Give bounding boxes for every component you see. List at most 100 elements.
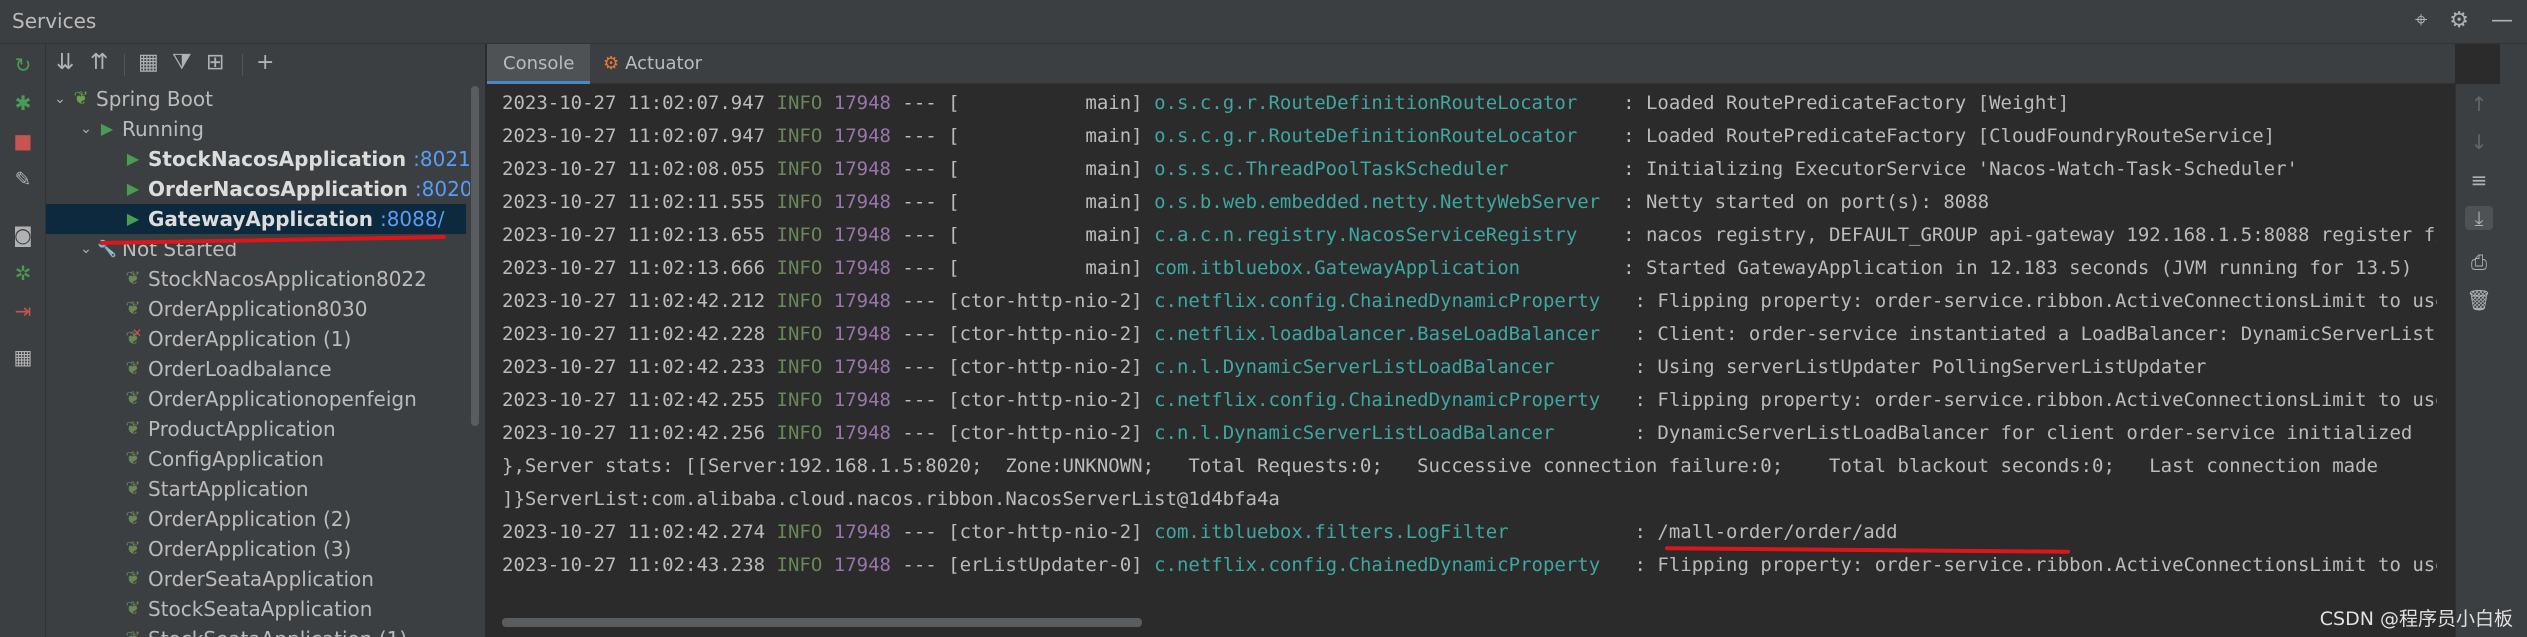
tree-row-label: ProductApplication	[148, 417, 336, 441]
log-level: INFO	[765, 158, 823, 180]
log-pid: 17948	[822, 224, 891, 246]
log-thread: --- [ctor-http-nio-2]	[890, 290, 1155, 312]
log-level: INFO	[765, 92, 823, 114]
run-icon: ▶	[100, 119, 114, 138]
console-log[interactable]: 2023-10-27 11:02:07.947 INFO 17948 --- […	[502, 87, 2437, 607]
rerun-icon[interactable]: ↻	[10, 52, 36, 78]
tab-console[interactable]: Console	[487, 44, 591, 84]
log-message: : Flipping property: order-service.ribbo…	[1634, 290, 2438, 312]
log-timestamp: 2023-10-27 11:02:42.233	[502, 356, 766, 378]
scroll-up-icon[interactable]: ↑	[2465, 92, 2493, 116]
tree-row[interactable]: ▶ StockNacosApplication :8021/	[46, 144, 478, 174]
tree-row[interactable]: ▶ GatewayApplication :8088/	[46, 204, 466, 234]
tree-row[interactable]: ❦ OrderLoadbalance	[46, 354, 466, 384]
log-pid: 17948	[822, 257, 891, 279]
tree-scrollbar[interactable]	[470, 84, 480, 634]
tree-row-label: StockNacosApplication :8021/	[148, 147, 478, 171]
log-logger: com.itbluebox.GatewayApplication	[1154, 257, 1612, 279]
console-horizontal-scrollbar[interactable]	[502, 616, 2437, 628]
log-pid: 17948	[822, 125, 891, 147]
group-icon[interactable]: ▦	[138, 50, 159, 75]
tree-row-label: ConfigApplication	[148, 447, 324, 471]
log-message: : Flipping property: order-service.ribbo…	[1634, 389, 2438, 411]
bug-icon[interactable]: ✲	[10, 260, 36, 286]
log-logger: c.a.c.n.registry.NacosServiceRegistry	[1154, 224, 1612, 246]
log-logger: o.s.b.web.embedded.netty.NettyWebServer	[1154, 191, 1612, 213]
collapse-all-icon[interactable]: ⇈	[90, 50, 108, 75]
leaf-icon: ❦	[125, 508, 141, 529]
tree-row[interactable]: ❦ OrderApplication8030	[46, 294, 466, 324]
leaf-icon: ❦	[125, 358, 141, 379]
tree-row[interactable]: ❦ ProductApplication	[46, 414, 466, 444]
leaf-icon: ❦	[125, 388, 141, 409]
log-level: INFO	[765, 323, 823, 345]
tree-row-label: StockNacosApplication8022	[148, 267, 427, 291]
wrench-icon[interactable]: ✎	[10, 166, 36, 192]
scroll-down-icon[interactable]: ↓	[2465, 130, 2493, 154]
log-message: : Client: order-service instantiated a L…	[1634, 323, 2438, 345]
port-link[interactable]: :8088/	[380, 207, 444, 231]
tree-row[interactable]: ❦ OrderApplication (3)	[46, 534, 466, 564]
soft-wrap-icon[interactable]: ≡	[2465, 168, 2493, 192]
tree-row[interactable]: ❦ ✕ OrderApplication (1)	[46, 324, 466, 354]
exit-icon[interactable]: ⇥	[10, 298, 36, 324]
add-icon[interactable]: +	[256, 50, 274, 75]
services-tree-panel: ⇊ ⇈ ▦ ⧩ ⊞ + ⌄ ❦ Spring Boot ⌄ ▶ Running ▶ Stock…	[46, 44, 486, 637]
tree-row[interactable]: ❦ OrderSeataApplication	[46, 564, 466, 594]
log-message: : /mall-order/order/add	[1623, 521, 1898, 543]
tree-row-label: StockSeataApplication (1)	[148, 624, 407, 637]
filter-icon[interactable]: ⧩	[172, 50, 192, 75]
watermark: CSDN @程序员小白板	[2319, 608, 2513, 630]
print-icon[interactable]: ⎙	[2465, 250, 2493, 274]
log-line: 2023-10-27 11:02:07.947 INFO 17948 --- […	[502, 87, 2069, 120]
services-title-bar: Services ⌖ ⚙ —	[0, 0, 2527, 44]
chevron-down-icon[interactable]: ⌄	[78, 114, 94, 144]
log-line: 2023-10-27 11:02:42.233 INFO 17948 --- […	[502, 351, 2206, 384]
layout-icon[interactable]: ▦	[10, 344, 36, 370]
log-timestamp: 2023-10-27 11:02:11.555	[502, 191, 766, 213]
new-tab-icon[interactable]: ⊞	[206, 50, 224, 75]
log-thread: --- [ctor-http-nio-2]	[890, 356, 1155, 378]
log-line: 2023-10-27 11:02:13.655 INFO 17948 --- […	[502, 219, 2437, 252]
log-pid: 17948	[822, 389, 891, 411]
log-message: : nacos registry, DEFAULT_GROUP api-gate…	[1611, 224, 2437, 246]
tree-row[interactable]: ❦ StockNacosApplication8022	[46, 264, 466, 294]
scroll-to-end-icon[interactable]: ⤓	[2465, 206, 2493, 230]
gear-icon[interactable]: ⚙	[2449, 8, 2469, 34]
tree-row[interactable]: ▶ OrderNacosApplication :8020/	[46, 174, 479, 204]
log-level: INFO	[765, 356, 823, 378]
log-line: 2023-10-27 11:02:42.255 INFO 17948 --- […	[502, 384, 2437, 417]
tree-row[interactable]: ❦ StockSeataApplication (1)	[46, 624, 466, 637]
tree-row[interactable]: ⌄ ▶ Running	[46, 114, 466, 144]
log-pid: 17948	[822, 158, 891, 180]
tree-row[interactable]: ❦ ConfigApplication	[46, 444, 466, 474]
log-timestamp: 2023-10-27 11:02:42.256	[502, 422, 766, 444]
trash-icon[interactable]: 🗑	[2465, 288, 2493, 312]
tab-actuator[interactable]: ⚙ Actuator	[587, 44, 718, 84]
stop-icon[interactable]: ■	[10, 128, 36, 154]
tree-row-label: OrderApplicationopenfeign	[148, 387, 417, 411]
expand-all-icon[interactable]: ⇊	[56, 50, 74, 75]
log-level: INFO	[765, 521, 823, 543]
log-line: 2023-10-27 11:02:42.274 INFO 17948 --- […	[502, 516, 1898, 549]
tree-row[interactable]: ❦ StockSeataApplication	[46, 594, 466, 624]
debug-icon[interactable]: ✱	[10, 90, 36, 116]
crosshair-icon[interactable]: ⌖	[2415, 8, 2427, 34]
leaf-icon: ❦	[125, 568, 141, 589]
tree-row[interactable]: ❦ StartApplication	[46, 474, 466, 504]
log-pid: 17948	[822, 422, 891, 444]
log-pid: 17948	[822, 290, 891, 312]
camera-icon[interactable]: ◙	[10, 222, 36, 248]
log-level: INFO	[765, 389, 823, 411]
leaf-icon: ❦	[122, 624, 144, 637]
tree-row[interactable]: ❦ OrderApplication (2)	[46, 504, 466, 534]
minimize-icon[interactable]: —	[2491, 8, 2513, 34]
console-right-toolbar: ↑ ↓ ≡ ⤓ ⎙ 🗑	[2455, 84, 2500, 637]
tree-row[interactable]: ⌄ ❦ Spring Boot	[46, 84, 466, 114]
log-timestamp: 2023-10-27 11:02:13.655	[502, 224, 766, 246]
tree-row-label: OrderApplication8030	[148, 297, 368, 321]
port-link[interactable]: :8021/	[413, 147, 477, 171]
chevron-down-icon[interactable]: ⌄	[78, 234, 94, 264]
chevron-down-icon[interactable]: ⌄	[52, 84, 68, 114]
tree-row[interactable]: ❦ OrderApplicationopenfeign	[46, 384, 466, 414]
